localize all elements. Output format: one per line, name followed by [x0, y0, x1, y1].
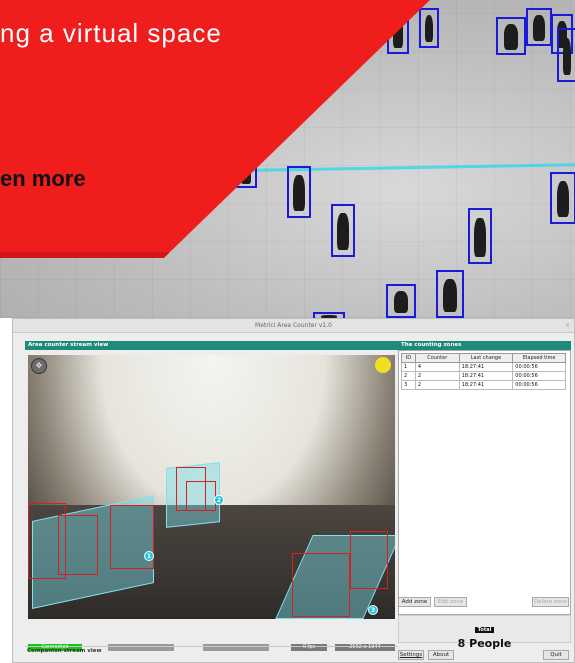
- person-detection-box: [235, 160, 257, 188]
- table-header-row: ID Counter Last change Elapsed time: [401, 353, 566, 363]
- person-detection-box: [350, 531, 388, 589]
- edit-zone-button[interactable]: Edit zone: [434, 597, 467, 607]
- settings-button[interactable]: Settings: [398, 650, 424, 660]
- zones-button-bar: Add zone Edit zone Delete zone: [398, 597, 571, 609]
- person-detection-box: [526, 8, 552, 46]
- cell-elapsed-time: 00:00:56: [512, 380, 566, 390]
- table-row[interactable]: 3 2 18:27:41 00:00:56: [401, 380, 566, 390]
- zone-marker-2[interactable]: 2: [214, 495, 224, 505]
- person-detection-box: [387, 8, 409, 54]
- stream-panel-title: Area counter stream view: [25, 341, 398, 350]
- person-detection-box: [496, 17, 526, 55]
- total-counter: Total 8 People: [398, 615, 571, 650]
- quit-button[interactable]: Quit: [543, 650, 569, 660]
- cell-last-change: 18:27:41: [458, 380, 514, 390]
- floor-tile-pattern: [0, 0, 575, 318]
- person-detection-box: [468, 208, 492, 264]
- stream-panel: Area counter stream view 1 2 3 ✥ Connect…: [25, 341, 398, 663]
- app-window: Metrici Area Counter v1.0 × Area counter…: [12, 318, 575, 663]
- cell-id: 2: [401, 371, 416, 381]
- zone-marker-1[interactable]: 1: [144, 551, 154, 561]
- zones-table-container: ID Counter Last change Elapsed time 1 4 …: [398, 350, 571, 615]
- companion-stream-title: Companion stream view: [25, 646, 398, 655]
- person-detection-box: [419, 8, 439, 48]
- person-detection-box: [287, 166, 311, 218]
- cell-id: 1: [401, 362, 416, 372]
- person-detection-box: [292, 553, 350, 617]
- aerial-camera-image: [0, 0, 575, 318]
- compass-icon[interactable]: ✥: [31, 358, 47, 374]
- cell-counter: 2: [414, 380, 460, 390]
- table-row[interactable]: 1 4 18:27:41 00:00:56: [401, 362, 566, 372]
- cell-counter: 2: [414, 371, 460, 381]
- person-detection-box: [550, 172, 575, 224]
- window-title: Metrici Area Counter v1.0: [255, 322, 332, 329]
- cell-last-change: 18:27:41: [458, 371, 514, 381]
- add-zone-button[interactable]: Add zone: [398, 597, 431, 607]
- window-titlebar: Metrici Area Counter v1.0 ×: [13, 319, 574, 333]
- cell-elapsed-time: 00:00:56: [512, 371, 566, 381]
- cell-last-change: 18:27:41: [458, 362, 514, 372]
- total-label: Total: [474, 627, 495, 633]
- close-icon[interactable]: ×: [565, 319, 570, 333]
- person-detection-box: [331, 204, 355, 257]
- person-detection-box: [436, 270, 464, 318]
- person-detection-box: [186, 481, 216, 511]
- counting-zones-panel: The counting zones ID Counter Last chang…: [398, 341, 571, 616]
- column-header-counter[interactable]: Counter: [414, 353, 460, 363]
- person-detection-box: [58, 515, 98, 575]
- zones-panel-title: The counting zones: [398, 341, 571, 350]
- fisheye-video-view[interactable]: 1 2 3 ✥: [28, 355, 395, 619]
- zone-marker-3[interactable]: 3: [368, 605, 378, 615]
- cell-counter: 4: [414, 362, 460, 372]
- footer-button-bar: Settings About Quit: [398, 650, 571, 662]
- about-button[interactable]: About: [428, 650, 454, 660]
- cell-id: 3: [401, 380, 416, 390]
- column-header-id[interactable]: ID: [401, 353, 416, 363]
- person-detection-box: [557, 28, 575, 82]
- brightness-icon: [375, 357, 391, 373]
- zones-table: ID Counter Last change Elapsed time 1 4 …: [401, 353, 566, 390]
- delete-zone-button[interactable]: Delete zone: [532, 597, 569, 607]
- cell-elapsed-time: 00:00:56: [512, 362, 566, 372]
- column-header-elapsed-time[interactable]: Elapsed time: [512, 353, 566, 363]
- person-detection-box: [386, 284, 416, 318]
- column-header-last-change[interactable]: Last change: [458, 353, 514, 363]
- table-row[interactable]: 2 2 18:27:41 00:00:56: [401, 371, 566, 381]
- total-people-count: 8 People: [457, 637, 512, 650]
